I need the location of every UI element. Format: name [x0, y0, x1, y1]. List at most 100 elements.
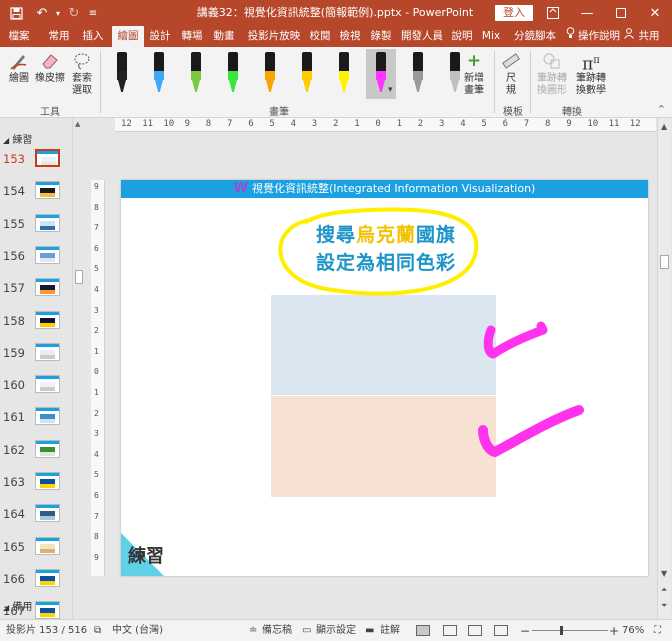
notes-icon[interactable]: ≐ [249, 620, 257, 641]
pen-options-chevron-icon[interactable]: ▾ [388, 85, 393, 95]
ruler-button[interactable]: 尺規 [498, 51, 524, 97]
tab-design[interactable]: 設計 [146, 26, 174, 47]
section-backup[interactable]: ◢ 備用 [3, 598, 32, 613]
tell-me-search[interactable]: 操作說明 [575, 26, 623, 47]
section-practice[interactable]: ◢ 練習 [3, 131, 32, 146]
maximize-icon[interactable] [604, 0, 638, 26]
thumbnail-scrollbar[interactable]: ▲ [72, 118, 84, 619]
lasso-select-button[interactable]: 套索選取 [68, 51, 96, 97]
language-indicator[interactable]: 中文 (台灣) [112, 620, 163, 641]
comments-button[interactable]: 註解 [380, 620, 400, 641]
slide-thumbnail-163[interactable]: 163 [0, 472, 70, 498]
editor-scroll-knob[interactable] [660, 255, 669, 269]
tab-developer[interactable]: 開發人員 [398, 26, 446, 47]
tab-review[interactable]: 校閱 [306, 26, 334, 47]
display-settings-button[interactable]: 顯示設定 [316, 620, 356, 641]
tab-file[interactable]: 檔案 [4, 26, 34, 47]
slide-thumbnail-160[interactable]: 160 [0, 375, 70, 401]
pen-9[interactable] [403, 49, 433, 99]
next-slide-icon[interactable]: ⏷ [661, 601, 667, 611]
scroll-down-icon[interactable]: ▼ [661, 569, 667, 578]
customize-toolbar-icon[interactable]: ≡ [86, 0, 100, 26]
slide-title-line-2[interactable]: 設定為相同色彩 [301, 248, 471, 275]
tab-help[interactable]: 說明 [448, 26, 476, 47]
ruler-tick-label: 10 [587, 119, 599, 129]
slide-thumbnail-155[interactable]: 155 [0, 213, 70, 240]
tab-slideshow[interactable]: 投影片放映 [243, 26, 305, 47]
tab-home[interactable]: 常用 [44, 26, 74, 47]
tab-storyboarding[interactable]: 分鏡腳本 [509, 26, 561, 47]
pen-6[interactable] [292, 49, 322, 99]
draw-tool-button[interactable]: 繪圖 [4, 51, 34, 85]
scroll-up-icon[interactable]: ▲ [75, 120, 80, 128]
slide-thumbnail-161[interactable]: 161 [0, 407, 70, 433]
slide-sorter-view-icon[interactable] [443, 625, 457, 636]
tab-transitions[interactable]: 轉場 [178, 26, 206, 47]
slide-thumbnail-164[interactable]: 164 [0, 504, 70, 530]
tab-animations[interactable]: 動畫 [210, 26, 238, 47]
slide-thumbnail-157[interactable]: 157 [0, 278, 70, 304]
redo-icon[interactable]: ↻ [64, 0, 84, 26]
slide-thumbnail-162[interactable]: 162 [0, 439, 70, 466]
ink-to-math-button[interactable]: ππ 筆跡轉換數學 [572, 51, 610, 97]
slide-thumbnail-159[interactable]: 159 [0, 342, 70, 369]
reading-view-icon[interactable] [468, 625, 482, 636]
slide-canvas[interactable]: W 視覺化資訊統整(Integrated Information Visualiz… [121, 180, 648, 576]
save-icon[interactable] [4, 0, 28, 26]
zoom-in-icon[interactable]: + [609, 620, 619, 641]
share-user-icon[interactable] [624, 26, 634, 47]
collapse-section-icon[interactable]: ◢ [3, 136, 9, 145]
pen-2[interactable] [144, 49, 174, 99]
pen-8[interactable]: ▾ [366, 49, 396, 99]
thumbnail-scroll-knob[interactable] [75, 270, 83, 284]
pen-5[interactable] [255, 49, 285, 99]
notes-button[interactable]: 備忘稿 [262, 620, 292, 641]
fit-to-window-icon[interactable]: ⛶ [654, 620, 661, 641]
slide-thumbnail-165[interactable]: 165 [0, 536, 70, 563]
ruler-tick-label: 8 [94, 532, 99, 542]
comments-icon[interactable]: ▬ [365, 620, 374, 641]
normal-view-icon[interactable] [416, 625, 430, 636]
flag-top-stripe[interactable] [271, 295, 496, 395]
slide-thumbnail-154[interactable]: 154 [0, 181, 70, 207]
previous-slide-icon[interactable]: ⏶ [661, 585, 667, 595]
pen-7[interactable] [329, 49, 359, 99]
collapse-ribbon-icon[interactable]: ⌃ [657, 103, 666, 116]
minimize-icon[interactable]: — [570, 0, 604, 26]
pen-4[interactable] [218, 49, 248, 99]
slide-thumbnail-158[interactable]: 158 [0, 310, 70, 337]
display-settings-icon[interactable]: ▭ [302, 620, 311, 641]
scroll-up-icon[interactable]: ▲ [661, 122, 667, 131]
zoom-percentage[interactable]: 76% [622, 620, 644, 641]
slide-thumbnail-153[interactable]: 153 [0, 149, 70, 175]
ribbon-display-options-icon[interactable] [536, 0, 570, 26]
zoom-slider[interactable] [532, 630, 608, 631]
add-pen-button[interactable]: + 新增畫筆 [458, 51, 490, 97]
share-button[interactable]: 共用 [634, 26, 664, 47]
zoom-slider-knob[interactable] [559, 626, 563, 635]
tab-mix[interactable]: Mix [479, 26, 503, 47]
slide-thumbnail-156[interactable]: 156 [0, 245, 70, 272]
close-icon[interactable]: ✕ [638, 0, 672, 26]
slide-thumbnail-166[interactable]: 166 [0, 568, 70, 595]
ink-to-shape-button[interactable]: 筆跡轉換圖形 [533, 51, 571, 97]
tab-insert[interactable]: 插入 [78, 26, 108, 47]
zoom-out-icon[interactable]: − [520, 620, 530, 641]
tab-view[interactable]: 檢視 [336, 26, 364, 47]
login-button[interactable]: 登入 [495, 5, 533, 21]
editor-vertical-scrollbar[interactable]: ▲ ▼ ⏶ ⏷ [657, 118, 671, 619]
undo-dropdown-icon[interactable]: ▾ [52, 0, 64, 26]
pen-1[interactable] [107, 49, 137, 99]
pen-3[interactable] [181, 49, 211, 99]
ruler-tick-label: 5 [94, 470, 99, 480]
undo-icon[interactable]: ↶ [32, 0, 52, 26]
collapse-section-icon[interactable]: ◢ [3, 603, 9, 612]
tab-record[interactable]: 錄製 [367, 26, 395, 47]
accessibility-icon[interactable]: ⧉ [94, 620, 101, 641]
slide-title-line-1[interactable]: 搜尋烏克蘭國旗 [301, 220, 471, 247]
tab-draw[interactable]: 繪圖 [112, 26, 144, 47]
practice-label[interactable]: 練習 [128, 542, 164, 568]
eraser-button[interactable]: 橡皮擦 [34, 51, 66, 85]
flag-bottom-stripe[interactable] [271, 396, 496, 497]
slideshow-view-icon[interactable] [494, 625, 508, 636]
